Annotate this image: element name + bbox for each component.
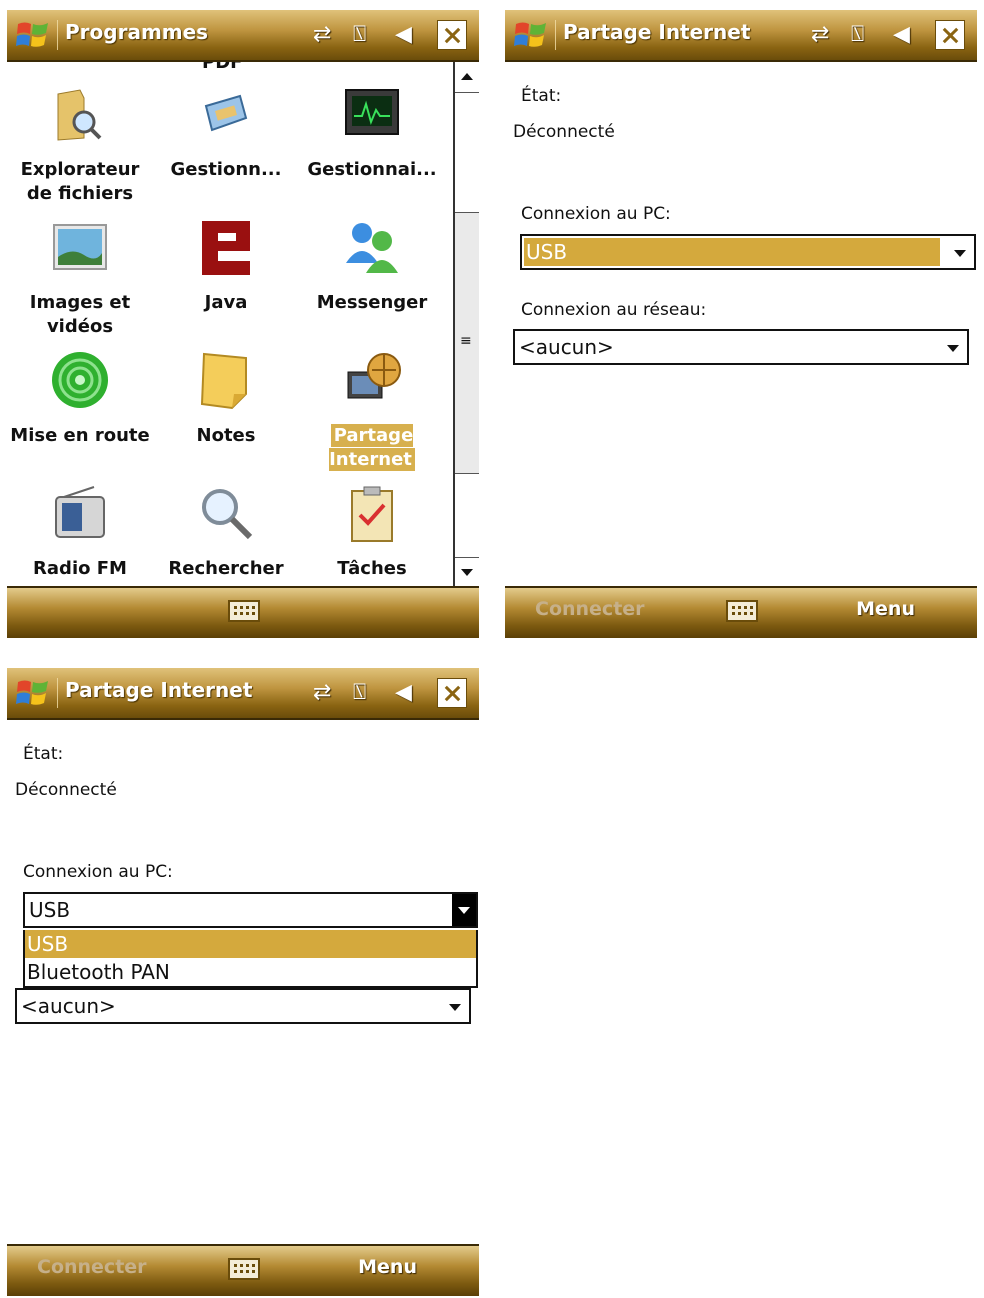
program-pictures-videos[interactable]: Images et vidéos — [7, 195, 153, 337]
scrollbar[interactable]: ≡ — [453, 62, 479, 588]
program-label: Tâches — [337, 558, 407, 579]
task-manager-monitor-icon — [345, 89, 399, 135]
magnifier-icon — [202, 489, 253, 540]
menu-softkey[interactable]: Menu — [358, 1256, 417, 1278]
program-label: Radio FM — [33, 558, 127, 579]
state-label: État: — [23, 744, 64, 764]
softkey-bar: Connecter Menu — [505, 586, 977, 638]
program-tasks[interactable]: Tâches — [299, 461, 445, 588]
title-bar: Programmes ⇄ ⍂ ◀ — [7, 10, 479, 62]
program-label: Mise en route — [10, 425, 150, 446]
window-title: Partage Internet — [563, 20, 751, 44]
chevron-down-icon[interactable] — [452, 894, 476, 926]
pc-connection-select-open[interactable]: USB — [23, 892, 478, 928]
program-internet-sharing[interactable]: Partage Internet — [299, 328, 445, 471]
window-title: Programmes — [65, 20, 209, 44]
program-messenger[interactable]: Messenger — [299, 195, 445, 325]
chevron-down-icon[interactable] — [947, 345, 959, 352]
window-title: Partage Internet — [65, 678, 253, 702]
keyboard-icon[interactable] — [726, 600, 758, 622]
program-notes[interactable]: Notes — [153, 328, 299, 458]
keyboard-icon[interactable] — [228, 1258, 260, 1280]
pc-connection-label: Connexion au PC: — [521, 204, 671, 224]
pc-connection-options: USB Bluetooth PAN — [23, 930, 478, 988]
programs-screen: Programmes ⇄ ⍂ ◀ PDF Explorateur de fich… — [7, 10, 479, 638]
program-fm-radio[interactable]: Radio FM — [7, 461, 153, 588]
program-task-manager[interactable]: Gestionnai... — [299, 62, 445, 192]
state-value: Déconnecté — [15, 780, 117, 800]
program-label: Rechercher — [168, 558, 284, 579]
connect-softkey[interactable]: Connecter — [37, 1256, 147, 1278]
pc-connection-label: Connexion au PC: — [23, 862, 173, 882]
messenger-people-icon — [346, 223, 398, 273]
program-label: Messenger — [316, 292, 428, 313]
title-separator — [57, 20, 58, 50]
windows-start-icon[interactable] — [15, 18, 51, 52]
close-button[interactable] — [935, 20, 965, 50]
connect-softkey[interactable]: Connecter — [535, 598, 645, 620]
title-bar: Partage Internet ⇄ ⍂ ◀ — [505, 10, 977, 62]
close-button[interactable] — [437, 20, 467, 50]
title-bar: Partage Internet ⇄ ⍂ ◀ — [7, 668, 479, 720]
network-connection-value: <aucun> — [21, 994, 116, 1018]
memory-card-icon — [204, 94, 248, 132]
program-label: Gestionn... — [170, 159, 282, 180]
java-e-icon — [202, 221, 250, 275]
sticky-note-icon — [200, 352, 247, 410]
state-label: État: — [521, 86, 562, 106]
windows-start-icon[interactable] — [15, 676, 51, 710]
chevron-down-icon[interactable] — [954, 250, 966, 257]
network-connection-select[interactable]: <aucun> — [15, 988, 471, 1024]
program-java[interactable]: Java — [153, 195, 299, 325]
signal-icon[interactable]: ⍂ — [353, 20, 366, 50]
option-usb[interactable]: USB — [25, 930, 476, 958]
program-label: Java — [204, 292, 248, 313]
internet-sharing-dropdown-screen: Partage Internet ⇄ ⍂ ◀ État: Déconnecté … — [7, 668, 479, 1296]
clipboard-check-icon — [351, 486, 393, 542]
softkey-bar — [7, 586, 479, 638]
connectivity-icon[interactable]: ⇄ — [313, 678, 331, 708]
scroll-thumb[interactable]: ≡ — [455, 212, 479, 474]
picture-icon — [53, 224, 107, 270]
program-search[interactable]: Rechercher — [153, 461, 299, 588]
radio-icon — [55, 486, 105, 538]
menu-softkey[interactable]: Menu — [856, 598, 915, 620]
volume-icon[interactable]: ◀ — [893, 20, 910, 50]
pc-connection-value: USB — [524, 238, 940, 266]
program-getting-started[interactable]: Mise en route — [7, 328, 153, 458]
pc-connection-select[interactable]: USB — [520, 234, 976, 270]
program-card-manager[interactable]: Gestionn... — [153, 62, 299, 192]
softkey-bar: Connecter Menu — [7, 1244, 479, 1296]
volume-icon[interactable]: ◀ — [395, 678, 412, 708]
option-bluetooth-pan[interactable]: Bluetooth PAN — [25, 958, 476, 986]
close-button[interactable] — [437, 678, 467, 708]
program-label: Gestionnai... — [307, 159, 437, 180]
title-separator — [57, 678, 58, 708]
pc-connection-value: USB — [29, 898, 71, 922]
program-file-explorer[interactable]: Explorateur de fichiers — [7, 62, 153, 204]
internet-sharing-icon — [347, 353, 401, 399]
state-value: Déconnecté — [513, 122, 615, 142]
signal-icon[interactable]: ⍂ — [851, 20, 864, 50]
grip-icon: ≡ — [460, 333, 472, 349]
keyboard-icon[interactable] — [228, 600, 260, 622]
green-orb-icon — [52, 352, 108, 408]
program-label: Notes — [196, 425, 256, 446]
scroll-up-arrow-icon[interactable] — [455, 62, 479, 93]
network-connection-label: Connexion au réseau: — [521, 300, 707, 320]
chevron-down-icon[interactable] — [449, 1004, 461, 1011]
volume-icon[interactable]: ◀ — [395, 20, 412, 50]
folder-search-icon — [57, 89, 102, 141]
connectivity-icon[interactable]: ⇄ — [313, 20, 331, 50]
network-connection-select[interactable]: <aucun> — [513, 329, 969, 365]
programs-grid: PDF Explorateur de fichiers Gestionn... — [7, 62, 453, 588]
windows-start-icon[interactable] — [513, 18, 549, 52]
network-connection-value: <aucun> — [519, 335, 614, 359]
internet-sharing-screen: Partage Internet ⇄ ⍂ ◀ État: Déconnecté … — [505, 10, 977, 638]
signal-icon[interactable]: ⍂ — [353, 678, 366, 708]
title-separator — [555, 20, 556, 50]
connectivity-icon[interactable]: ⇄ — [811, 20, 829, 50]
scroll-down-arrow-icon[interactable] — [455, 557, 479, 588]
